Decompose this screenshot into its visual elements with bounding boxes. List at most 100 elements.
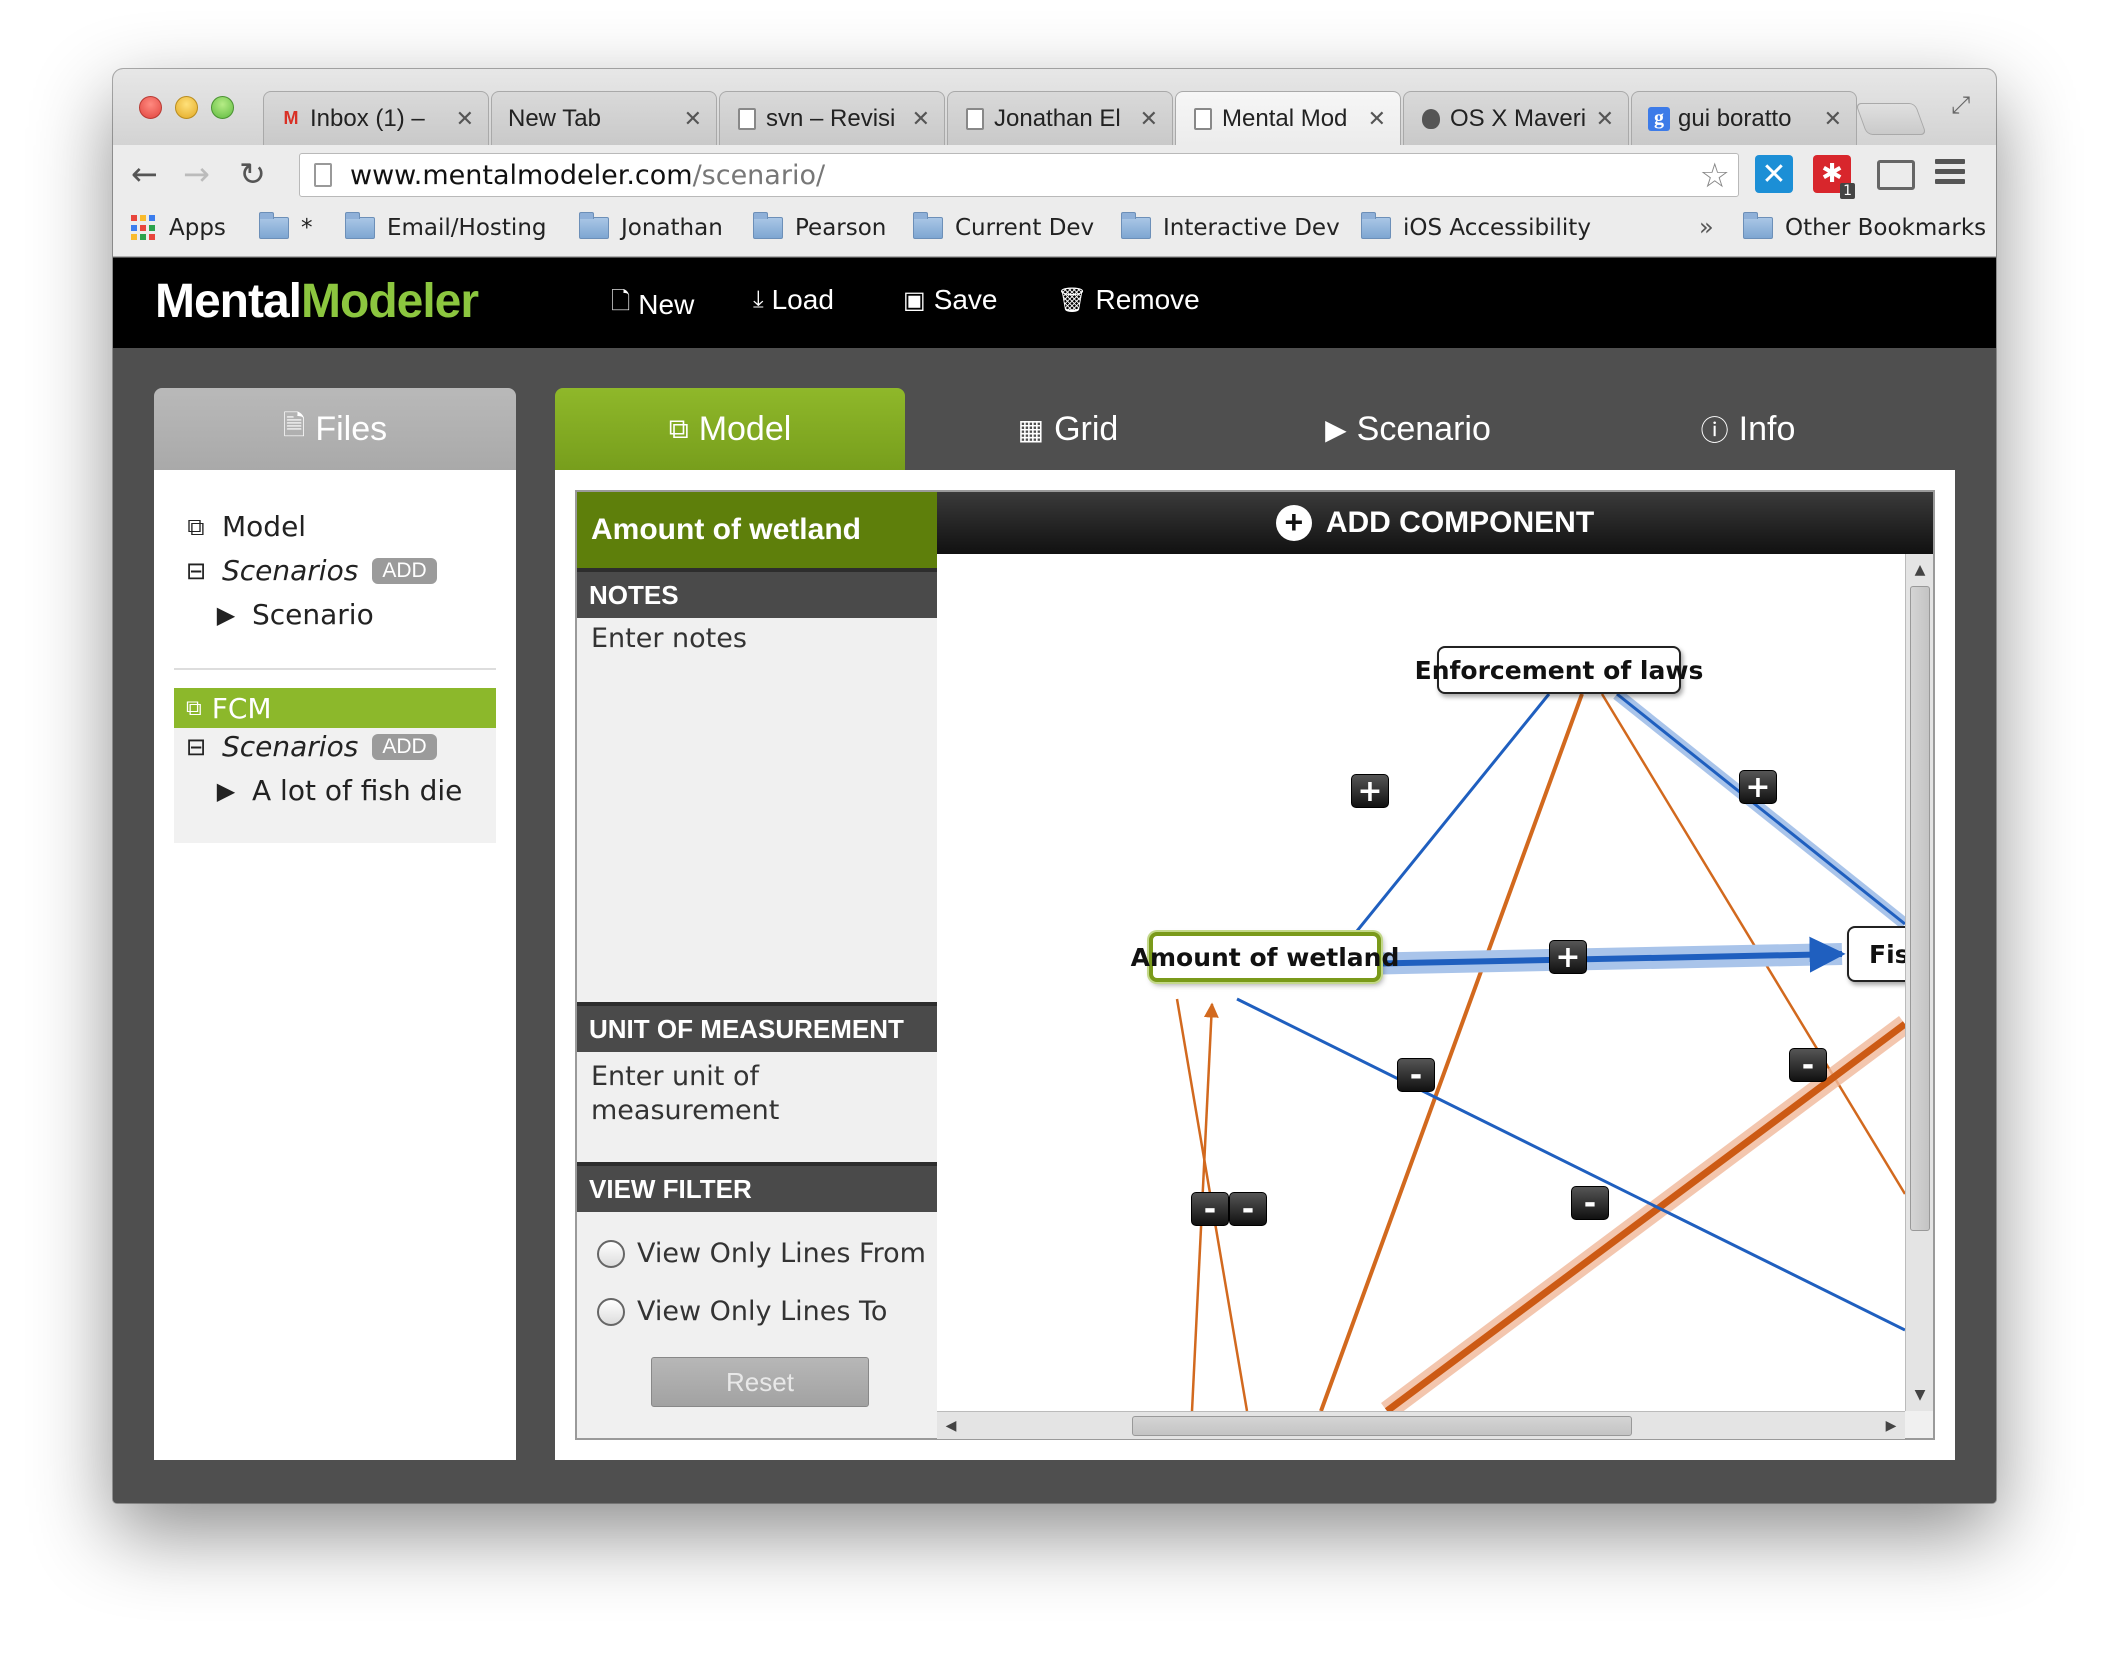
tab-model[interactable]: ⧉ Model: [555, 388, 905, 470]
save-button[interactable]: ▣ Save: [903, 284, 998, 316]
tab-grid[interactable]: ▦ Grid: [943, 388, 1193, 470]
bookmark-label: *: [301, 215, 313, 241]
zoom-window-button[interactable]: [211, 96, 234, 119]
node-enforcement-of-laws[interactable]: Enforcement of laws: [1415, 646, 1703, 694]
notes-field[interactable]: Enter notes: [591, 622, 921, 656]
close-icon[interactable]: ✕: [912, 106, 930, 132]
tab-title: svn – Revisi: [766, 104, 896, 132]
files-scenario-item[interactable]: ▶ Scenario: [212, 598, 374, 631]
fcm-scenarios-group[interactable]: ⊟ Scenarios ADD: [182, 730, 437, 763]
close-icon[interactable]: ✕: [456, 106, 474, 132]
vertical-scrollbar[interactable]: ▲ ▼: [1905, 554, 1933, 1411]
file-icon: 🗎: [282, 410, 306, 441]
sign-minus[interactable]: -: [1229, 1192, 1267, 1227]
sign-minus[interactable]: -: [1571, 1186, 1609, 1221]
node-amount-of-wetland[interactable]: Amount of wetland: [1131, 932, 1399, 982]
browser-tab-google[interactable]: g gui boratto ✕: [1631, 91, 1857, 145]
browser-tab-new-tab[interactable]: New Tab ✕: [491, 91, 717, 145]
edge-negative-strong[interactable]: [1384, 1021, 1905, 1411]
radio-button[interactable]: [597, 1297, 625, 1326]
browser-tab-svn[interactable]: svn – Revisi ✕: [719, 91, 945, 145]
tab-strip: M Inbox (1) – ✕ New Tab ✕ svn – Revisi ✕…: [113, 69, 1996, 145]
sign-plus[interactable]: +: [1739, 770, 1777, 805]
fullscreen-icon[interactable]: ⤢: [1951, 91, 1970, 119]
collapse-icon[interactable]: ⊟: [182, 557, 210, 585]
sign-minus[interactable]: -: [1789, 1048, 1827, 1083]
close-icon[interactable]: ✕: [1140, 106, 1158, 132]
folder-icon: [1121, 212, 1151, 239]
close-icon[interactable]: ✕: [684, 106, 702, 132]
browser-tab-jonathan[interactable]: Jonathan El ✕: [947, 91, 1173, 145]
files-scenarios-group[interactable]: ⊟ Scenarios ADD: [182, 554, 437, 587]
hamburger-menu-icon[interactable]: [1935, 159, 1965, 189]
horizontal-scrollbar[interactable]: ◀ ▶: [937, 1411, 1905, 1439]
scroll-left-icon[interactable]: ◀: [939, 1414, 963, 1438]
reset-button[interactable]: Reset: [651, 1357, 869, 1407]
close-window-button[interactable]: [139, 96, 162, 119]
extension-icon[interactable]: ✕: [1755, 155, 1793, 193]
add-scenario-button[interactable]: ADD: [372, 733, 437, 760]
filter-from-label: View Only Lines From: [637, 1238, 926, 1269]
node-fish[interactable]: Fis: [1847, 926, 1905, 982]
filter-lines-from[interactable]: View Only Lines From: [597, 1238, 926, 1269]
bookmark-label: Pearson: [795, 215, 887, 241]
tab-info[interactable]: ⓘ Info: [1623, 388, 1873, 470]
close-icon[interactable]: ✕: [1824, 106, 1842, 132]
bookmark-pearson[interactable]: Pearson: [753, 212, 887, 241]
address-bar[interactable]: www.mentalmodeler.com/scenario/ ☆: [299, 153, 1739, 197]
bookmark-label: Email/Hosting: [387, 215, 547, 241]
bookmark-star-icon[interactable]: ☆: [1700, 156, 1730, 196]
back-icon[interactable]: ←: [131, 155, 158, 193]
tab-files[interactable]: 🗎 Files: [154, 388, 516, 470]
scrollbar-thumb[interactable]: [1910, 586, 1930, 1231]
unit-field[interactable]: Enter unit of measurement: [591, 1060, 921, 1128]
scroll-up-icon[interactable]: ▲: [1910, 558, 1930, 582]
new-button[interactable]: 🗋 New: [611, 284, 694, 325]
fcm-scenario-item[interactable]: ▶ A lot of fish die: [212, 774, 463, 807]
bookmark-ios-accessibility[interactable]: iOS Accessibility: [1361, 212, 1591, 241]
bookmark-current-dev[interactable]: Current Dev: [913, 212, 1094, 241]
browser-tab-inbox[interactable]: M Inbox (1) – ✕: [263, 91, 489, 145]
filter-lines-to[interactable]: View Only Lines To: [597, 1296, 887, 1327]
sign-minus[interactable]: -: [1191, 1192, 1229, 1227]
page-icon: [964, 107, 986, 131]
scrollbar-thumb[interactable]: [1132, 1416, 1632, 1436]
add-scenario-button[interactable]: ADD: [372, 557, 437, 584]
sign-minus[interactable]: -: [1397, 1058, 1435, 1093]
sign-plus[interactable]: +: [1549, 940, 1587, 975]
collapse-icon[interactable]: ⊟: [182, 733, 210, 761]
bookmark-email-hosting[interactable]: Email/Hosting: [345, 212, 547, 241]
extension-icon[interactable]: ✱ 1: [1813, 155, 1855, 199]
edge-positive[interactable]: [1325, 693, 1551, 970]
files-fcm-item[interactable]: ⧉ FCM: [174, 688, 496, 728]
bookmark-other[interactable]: Other Bookmarks: [1743, 212, 1986, 241]
new-tab-button[interactable]: [1855, 103, 1927, 135]
minimize-window-button[interactable]: [175, 96, 198, 119]
model-canvas[interactable]: Enforcement of laws Amount of wetland Fi…: [937, 554, 1905, 1411]
bookmark-jonathan[interactable]: Jonathan: [579, 212, 723, 241]
edge-positive[interactable]: [1616, 692, 1905, 926]
grid-icon: ▦: [1017, 413, 1045, 445]
load-label: Load: [771, 284, 834, 315]
tab-scenario[interactable]: ▶ Scenario: [1283, 388, 1533, 470]
bookmarks-overflow-chevron[interactable]: »: [1699, 213, 1714, 241]
add-component-button[interactable]: + ADD COMPONENT: [937, 492, 1933, 554]
scroll-down-icon[interactable]: ▼: [1910, 1383, 1930, 1407]
forward-icon[interactable]: →: [183, 155, 210, 193]
component-title[interactable]: Amount of wetland: [577, 492, 937, 568]
load-button[interactable]: ⤓ Load: [753, 284, 834, 316]
browser-tab-mental-modeler[interactable]: Mental Mod ✕: [1175, 91, 1401, 145]
remove-button[interactable]: 🗑 Remove: [1057, 284, 1200, 316]
radio-button[interactable]: [597, 1239, 625, 1268]
bookmark-interactive-dev[interactable]: Interactive Dev: [1121, 212, 1340, 241]
bookmark-apps[interactable]: Apps: [131, 215, 226, 241]
close-icon[interactable]: ✕: [1368, 106, 1386, 132]
files-model-item[interactable]: ⧉ Model: [182, 510, 306, 543]
scroll-right-icon[interactable]: ▶: [1879, 1414, 1903, 1438]
cast-icon[interactable]: [1877, 160, 1915, 190]
bookmark-star-folder[interactable]: *: [259, 212, 313, 241]
reload-icon[interactable]: ↻: [239, 155, 266, 193]
close-icon[interactable]: ✕: [1596, 106, 1614, 132]
sign-plus[interactable]: +: [1351, 774, 1389, 809]
browser-tab-osx[interactable]: OS X Maveri ✕: [1403, 91, 1629, 145]
